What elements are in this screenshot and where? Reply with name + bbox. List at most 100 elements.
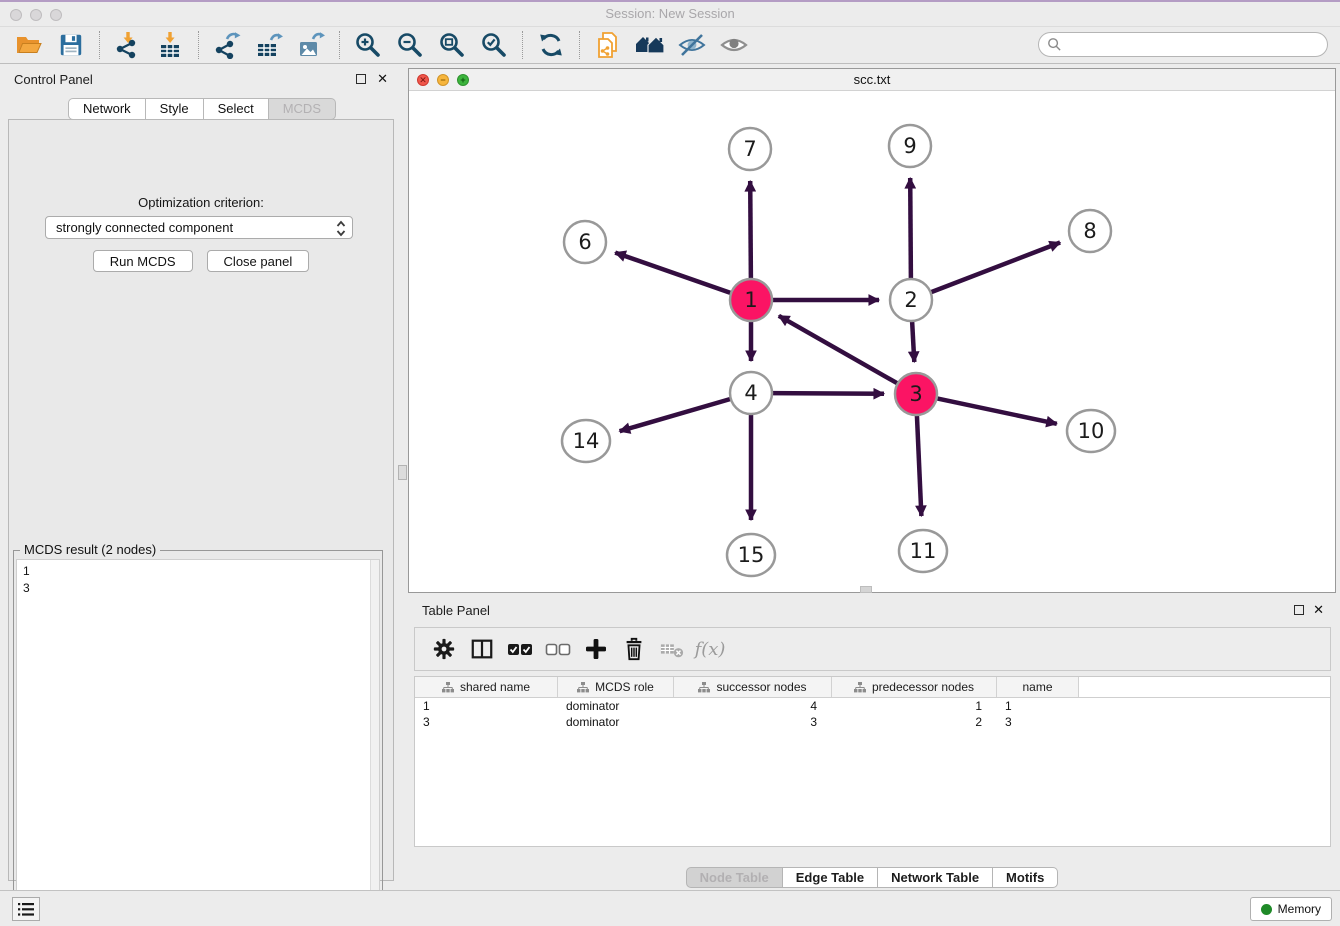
tab-network[interactable]: Network	[68, 98, 146, 120]
cell-shared-name[interactable]: 1	[415, 698, 558, 714]
graph-edge-1-6[interactable]	[615, 253, 731, 294]
zoom-in-button[interactable]	[353, 30, 383, 60]
select-all-rows-button[interactable]	[505, 634, 535, 664]
cell-mcds-role[interactable]: dominator	[558, 698, 674, 714]
close-panel-button[interactable]: Close panel	[207, 250, 310, 272]
close-panel-button[interactable]: ✕	[377, 71, 388, 87]
zoom-out-button[interactable]	[395, 30, 425, 60]
show-all-button[interactable]	[719, 30, 749, 60]
cell-successor-nodes[interactable]: 3	[674, 714, 832, 730]
optimization-criterion-label: Optimization criterion:	[9, 195, 393, 210]
graph-edge-4-3[interactable]	[772, 393, 884, 394]
tab-edge-table[interactable]: Edge Table	[783, 867, 878, 888]
table-panel-title: Table Panel	[422, 603, 490, 618]
cell-predecessor-nodes[interactable]: 2	[832, 714, 997, 730]
network-graph[interactable]: 7 9 6 8 1 2 4 3 14 10 15 11	[409, 91, 1335, 593]
tab-mcds[interactable]: MCDS	[269, 98, 336, 120]
checked-boxes-icon	[507, 636, 533, 662]
save-session-button[interactable]	[56, 30, 86, 60]
plus-icon	[583, 636, 609, 662]
graph-node-7[interactable]: 7	[729, 128, 771, 170]
open-network-file-button[interactable]	[593, 30, 623, 60]
cell-successor-nodes[interactable]: 4	[674, 698, 832, 714]
tab-node-table[interactable]: Node Table	[686, 867, 783, 888]
import-network-button[interactable]	[113, 30, 143, 60]
table-row[interactable]: 3 dominator 3 2 3	[415, 714, 1330, 730]
result-scrollbar[interactable]	[370, 560, 379, 918]
optimization-criterion-select[interactable]: strongly connected component	[45, 216, 353, 239]
task-history-button[interactable]	[12, 897, 40, 921]
column-header-successor-nodes[interactable]: successor nodes	[674, 677, 832, 697]
svg-text:3: 3	[909, 382, 922, 406]
eye-slash-icon	[677, 31, 707, 59]
graph-node-11[interactable]: 11	[899, 530, 947, 572]
export-network-button[interactable]	[212, 30, 242, 60]
split-handle-horizontal[interactable]	[860, 586, 872, 593]
graph-node-4[interactable]: 4	[730, 372, 772, 414]
graph-node-9[interactable]: 9	[889, 125, 931, 167]
float-table-panel-button[interactable]	[1294, 605, 1304, 615]
split-handle-vertical[interactable]	[398, 465, 407, 480]
mcds-result-text[interactable]: 1 3	[17, 560, 369, 918]
home-button[interactable]	[635, 30, 665, 60]
table-settings-button[interactable]	[429, 634, 459, 664]
graph-edge-2-9[interactable]	[910, 178, 911, 279]
tab-select[interactable]: Select	[204, 98, 269, 120]
hide-selected-button[interactable]	[677, 30, 707, 60]
cell-name[interactable]: 3	[997, 714, 1079, 730]
column-header-mcds-role[interactable]: MCDS role	[558, 677, 674, 697]
graph-node-6[interactable]: 6	[564, 221, 606, 263]
graph-node-1[interactable]: 1	[730, 279, 772, 321]
svg-text:6: 6	[578, 230, 591, 254]
close-table-panel-button[interactable]: ✕	[1313, 602, 1324, 618]
table-row[interactable]: 1 dominator 4 1 1	[415, 698, 1330, 714]
cell-mcds-role[interactable]: dominator	[558, 714, 674, 730]
import-table-button[interactable]	[155, 30, 185, 60]
toolbar-separator	[339, 31, 340, 59]
cell-shared-name[interactable]: 3	[415, 714, 558, 730]
graph-node-10[interactable]: 10	[1067, 410, 1115, 452]
column-header-predecessor-nodes[interactable]: predecessor nodes	[832, 677, 997, 697]
svg-text:10: 10	[1078, 419, 1105, 443]
graph-edge-1-7[interactable]	[750, 181, 751, 279]
svg-text:11: 11	[910, 539, 937, 563]
graph-edge-4-14[interactable]	[620, 399, 731, 431]
zoom-fit-button[interactable]	[437, 30, 467, 60]
graph-node-8[interactable]: 8	[1069, 210, 1111, 252]
delete-column-button[interactable]	[619, 634, 649, 664]
window-title: Session: New Session	[0, 6, 1340, 21]
toolbar-separator	[99, 31, 100, 59]
deselect-all-rows-button[interactable]	[543, 634, 573, 664]
search-input[interactable]	[1038, 32, 1328, 57]
memory-button[interactable]: Memory	[1250, 897, 1332, 921]
graph-node-14[interactable]: 14	[562, 420, 610, 462]
graph-node-15[interactable]: 15	[727, 534, 775, 576]
toggle-columns-button[interactable]	[467, 634, 497, 664]
tab-style[interactable]: Style	[146, 98, 204, 120]
graph-edge-2-8[interactable]	[931, 243, 1061, 293]
column-header-shared-name[interactable]: shared name	[415, 677, 558, 697]
graph-edge-3-11[interactable]	[917, 415, 922, 516]
refresh-view-button[interactable]	[536, 30, 566, 60]
column-header-name[interactable]: name	[997, 677, 1079, 697]
cell-name[interactable]: 1	[997, 698, 1079, 714]
toolbar-separator	[579, 31, 580, 59]
zoom-selected-button[interactable]	[479, 30, 509, 60]
tab-motifs[interactable]: Motifs	[993, 867, 1058, 888]
add-column-button[interactable]	[581, 634, 611, 664]
graph-edge-3-10[interactable]	[937, 398, 1057, 424]
graph-edge-2-3[interactable]	[912, 321, 914, 362]
graph-node-3[interactable]: 3	[895, 373, 937, 415]
export-table-button[interactable]	[254, 30, 284, 60]
run-mcds-button[interactable]: Run MCDS	[93, 250, 193, 272]
graph-edge-3-1[interactable]	[779, 316, 898, 384]
gear-icon	[432, 637, 456, 661]
delete-table-button[interactable]	[657, 634, 687, 664]
tab-network-table[interactable]: Network Table	[878, 867, 993, 888]
open-session-button[interactable]	[14, 30, 44, 60]
function-builder-button[interactable]: f(x)	[695, 634, 725, 664]
graph-node-2[interactable]: 2	[890, 279, 932, 321]
float-panel-button[interactable]	[356, 74, 366, 84]
cell-predecessor-nodes[interactable]: 1	[832, 698, 997, 714]
export-image-button[interactable]	[296, 30, 326, 60]
